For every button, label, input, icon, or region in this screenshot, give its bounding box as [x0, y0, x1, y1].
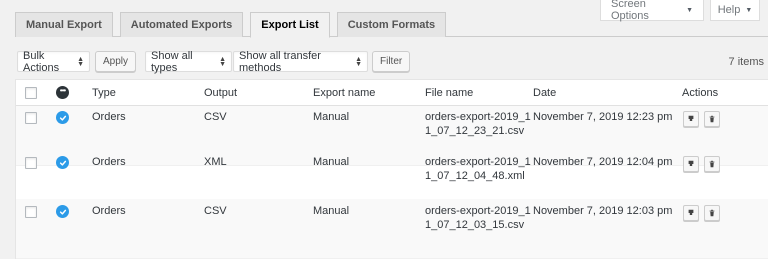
- row-date: November 7, 2019 12:23 pm: [533, 111, 673, 123]
- row-checkbox[interactable]: [25, 157, 37, 169]
- delete-button[interactable]: [704, 111, 720, 127]
- row-export-name: Manual: [313, 156, 350, 168]
- row-export-name: Manual: [313, 111, 350, 123]
- row-type: Orders: [92, 156, 126, 168]
- row-output: CSV: [204, 111, 227, 123]
- select-all-checkbox[interactable]: [25, 87, 37, 99]
- trash-icon: [709, 115, 715, 123]
- row-date: November 7, 2019 12:03 pm: [533, 205, 673, 217]
- download-button[interactable]: [683, 156, 699, 172]
- select-arrows-icon: ▲ ▼: [355, 55, 362, 68]
- tablenav: Bulk Actions ▲ ▼ Apply Show all types ▲ ▼ …: [17, 49, 768, 74]
- download-icon: [688, 160, 694, 166]
- tab-automated-exports[interactable]: Automated Exports: [119, 12, 244, 37]
- row-output: XML: [204, 156, 227, 168]
- row-checkbox[interactable]: [25, 206, 37, 218]
- bulk-actions-label: Bulk Actions: [23, 49, 60, 74]
- type-filter-select[interactable]: Show all types ▲ ▼: [145, 49, 232, 74]
- table-header: ••• Type Output Export name File name Da…: [16, 80, 768, 106]
- bulk-actions-select[interactable]: Bulk Actions ▲ ▼: [17, 49, 90, 74]
- trash-icon: [709, 209, 715, 217]
- row-file-name: orders-export-2019_11_07_12_04_48.xml: [425, 156, 531, 182]
- delete-button[interactable]: [704, 156, 720, 172]
- column-date[interactable]: Date: [533, 86, 556, 100]
- more-icon: •••: [56, 86, 69, 99]
- table-row: Orders CSV Manual orders-export-2019_11_…: [16, 199, 768, 259]
- row-checkbox[interactable]: [25, 112, 37, 124]
- check-icon: [56, 205, 69, 218]
- row-type: Orders: [92, 205, 126, 217]
- items-count: 7 items: [728, 55, 764, 68]
- row-output: CSV: [204, 205, 227, 217]
- transfer-method-select[interactable]: Show all transfer methods ▲ ▼: [233, 49, 368, 74]
- download-button[interactable]: [683, 205, 699, 221]
- nav-tab-wrapper: Manual Export Automated Exports Export L…: [15, 12, 768, 38]
- download-icon: [688, 115, 694, 121]
- delete-button[interactable]: [704, 205, 720, 221]
- row-type: Orders: [92, 111, 126, 123]
- select-arrows-icon: ▲ ▼: [219, 55, 226, 68]
- apply-button[interactable]: Apply: [95, 51, 137, 72]
- select-arrows-icon: ▲ ▼: [77, 55, 84, 68]
- download-button[interactable]: [683, 111, 699, 127]
- export-list-table: ••• Type Output Export name File name Da…: [15, 79, 768, 259]
- column-file-name[interactable]: File name: [425, 86, 473, 100]
- tab-manual-export[interactable]: Manual Export: [15, 12, 113, 37]
- row-date: November 7, 2019 12:04 pm: [533, 156, 673, 168]
- row-export-name: Manual: [313, 205, 350, 217]
- type-filter-label: Show all types: [151, 49, 193, 74]
- download-icon: [688, 209, 694, 215]
- column-output[interactable]: Output: [204, 86, 237, 100]
- trash-icon: [709, 160, 715, 168]
- filter-button[interactable]: Filter: [372, 51, 411, 72]
- transfer-method-label: Show all transfer methods: [239, 49, 321, 74]
- column-export-name[interactable]: Export name: [313, 86, 375, 100]
- check-icon: [56, 156, 69, 169]
- check-icon: [56, 111, 69, 124]
- tab-custom-formats[interactable]: Custom Formats: [336, 12, 447, 37]
- column-actions: Actions: [682, 87, 719, 99]
- column-type[interactable]: Type: [92, 86, 116, 100]
- tab-export-list[interactable]: Export List: [250, 12, 330, 38]
- row-file-name: orders-export-2019_11_07_12_23_21.csv: [425, 111, 531, 137]
- row-file-name: orders-export-2019_11_07_12_03_15.csv: [425, 205, 531, 231]
